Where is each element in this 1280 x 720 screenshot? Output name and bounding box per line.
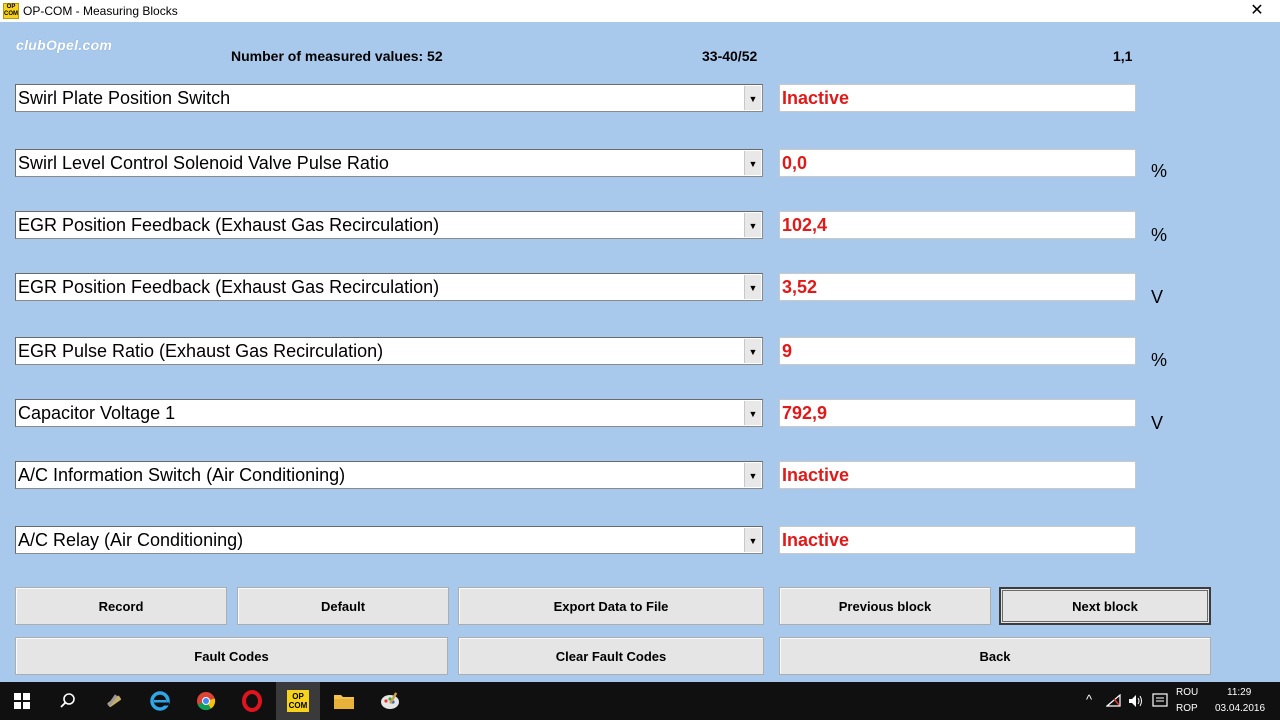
measured-value-unit: V — [1151, 413, 1164, 433]
window-titlebar: OP COM OP-COM - Measuring Blocks ✕ — [0, 0, 1280, 22]
chevron-down-icon[interactable]: ▼ — [744, 463, 761, 487]
taskbar-app-tool[interactable] — [92, 682, 136, 720]
taskbar-app-chrome[interactable] — [184, 682, 228, 720]
measured-value-label: EGR Position Feedback (Exhaust Gas Recir… — [18, 277, 440, 297]
tray-chevron-icon[interactable]: ^ — [1086, 692, 1092, 707]
block-page: 1,1 — [1113, 48, 1133, 64]
taskbar-app-file-explorer[interactable] — [322, 682, 366, 720]
windows-logo-icon — [14, 693, 30, 709]
measured-value-field: 9 — [779, 337, 1136, 365]
back-button[interactable]: Back — [779, 637, 1211, 675]
fault-codes-button[interactable]: Fault Codes — [15, 637, 448, 675]
measured-value-field: Inactive — [779, 461, 1136, 489]
volume-icon[interactable] — [1128, 694, 1144, 708]
measured-value-select[interactable]: Capacitor Voltage 1 ▼ — [15, 399, 763, 427]
measured-value-unit: % — [1151, 161, 1168, 181]
measured-value-unit: % — [1151, 225, 1168, 245]
record-button[interactable]: Record — [15, 587, 227, 625]
chevron-down-icon[interactable]: ▼ — [744, 275, 761, 299]
measured-value-label: Swirl Level Control Solenoid Valve Pulse… — [18, 153, 389, 173]
measured-value-label: Capacitor Voltage 1 — [18, 403, 176, 423]
search-icon — [60, 693, 75, 708]
chevron-down-icon[interactable]: ▼ — [744, 213, 761, 237]
watermark-logo: clubOpel.com — [16, 37, 113, 53]
start-button[interactable] — [0, 682, 44, 720]
internet-explorer-icon — [150, 691, 170, 711]
next-block-button[interactable]: Next block — [999, 587, 1211, 625]
measured-value-select[interactable]: A/C Information Switch (Air Conditioning… — [15, 461, 763, 489]
taskbar-app-opcom[interactable]: OP COM — [276, 682, 320, 720]
close-icon: ✕ — [1250, 2, 1264, 19]
measured-value-field: 102,4 — [779, 211, 1136, 239]
measured-value-unit: V — [1151, 287, 1164, 307]
taskbar-app-opera[interactable] — [230, 682, 274, 720]
measured-value-label: A/C Relay (Air Conditioning) — [18, 530, 244, 550]
measured-value-label: Swirl Plate Position Switch — [18, 88, 231, 108]
folder-icon — [334, 695, 354, 709]
notifications-icon[interactable] — [1152, 693, 1168, 709]
opcom-taskbar-icon: OP COM — [287, 690, 309, 712]
measured-values-count: Number of measured values: 52 — [231, 48, 443, 64]
close-window-button[interactable]: ✕ — [1234, 0, 1280, 22]
network-icon[interactable] — [1106, 694, 1122, 708]
window-title: OP-COM - Measuring Blocks — [23, 4, 178, 18]
measured-value: 102,4 — [782, 215, 828, 235]
previous-block-button[interactable]: Previous block — [779, 587, 991, 625]
measured-value: Inactive — [782, 88, 850, 108]
tool-app-icon — [107, 694, 122, 708]
measured-value-field: 792,9 — [779, 399, 1136, 427]
opcom-taskbar-icon-text: OP COM — [288, 692, 308, 710]
app-icon-text: OP COM — [4, 4, 18, 17]
measured-value: Inactive — [782, 465, 850, 485]
chevron-down-icon[interactable]: ▼ — [744, 339, 761, 363]
measured-value: 0,0 — [782, 153, 808, 173]
input-language[interactable]: ROU — [1176, 687, 1198, 698]
windows-taskbar: OP COM ^ ROU ROP 11:29 03.04.2016 — [0, 682, 1280, 720]
measured-value-select[interactable]: EGR Pulse Ratio (Exhaust Gas Recirculati… — [15, 337, 763, 365]
opcom-app-icon: OP COM — [3, 3, 19, 19]
measured-value: 3,52 — [782, 277, 818, 297]
chrome-icon — [197, 692, 216, 711]
measured-value-select[interactable]: Swirl Level Control Solenoid Valve Pulse… — [15, 149, 763, 177]
measured-value-field: Inactive — [779, 84, 1136, 112]
paint-icon — [381, 692, 399, 709]
chevron-down-icon[interactable]: ▼ — [744, 86, 761, 110]
input-layout[interactable]: ROP — [1176, 703, 1198, 714]
measured-value-field: Inactive — [779, 526, 1136, 554]
measured-value-select[interactable]: Swirl Plate Position Switch ▼ — [15, 84, 763, 112]
measured-value-label: EGR Pulse Ratio (Exhaust Gas Recirculati… — [18, 341, 384, 361]
default-button[interactable]: Default — [237, 587, 449, 625]
measured-value-select[interactable]: EGR Position Feedback (Exhaust Gas Recir… — [15, 211, 763, 239]
taskbar-app-ie[interactable] — [138, 682, 182, 720]
opera-icon — [242, 690, 262, 712]
clear-fault-codes-button[interactable]: Clear Fault Codes — [458, 637, 764, 675]
chevron-down-icon[interactable]: ▼ — [744, 528, 761, 552]
clock-time[interactable]: 11:29 — [1227, 687, 1251, 698]
measured-value-label: A/C Information Switch (Air Conditioning… — [18, 465, 346, 485]
measured-value: Inactive — [782, 530, 850, 550]
export-data-button[interactable]: Export Data to File — [458, 587, 764, 625]
measured-value: 792,9 — [782, 403, 828, 423]
measured-value-field: 3,52 — [779, 273, 1136, 301]
block-range: 33-40/52 — [702, 48, 758, 64]
measuring-blocks-panel: clubOpel.com Number of measured values: … — [0, 22, 1280, 682]
measured-value-label: EGR Position Feedback (Exhaust Gas Recir… — [18, 215, 440, 235]
measured-value-select[interactable]: A/C Relay (Air Conditioning) ▼ — [15, 526, 763, 554]
measured-value-select[interactable]: EGR Position Feedback (Exhaust Gas Recir… — [15, 273, 763, 301]
clock-date[interactable]: 03.04.2016 — [1215, 703, 1265, 714]
measured-value-unit: % — [1151, 350, 1168, 370]
measured-value: 9 — [782, 341, 793, 361]
taskbar-app-paint[interactable] — [368, 682, 412, 720]
measured-value-field: 0,0 — [779, 149, 1136, 177]
taskbar-search-button[interactable] — [46, 682, 90, 720]
chevron-down-icon[interactable]: ▼ — [744, 151, 761, 175]
chevron-down-icon[interactable]: ▼ — [744, 401, 761, 425]
